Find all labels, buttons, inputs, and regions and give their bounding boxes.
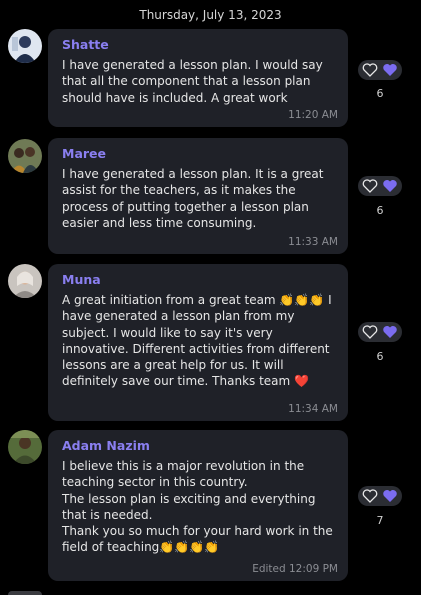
next-avatar-edge [8, 591, 42, 595]
heart-filled-icon[interactable] [382, 325, 398, 339]
date-header: Thursday, July 13, 2023 [139, 8, 282, 22]
reaction-bar [358, 322, 402, 342]
heart-outline-icon[interactable] [362, 63, 378, 77]
message-bubble: Adam Nazim I believe this is a major rev… [48, 430, 348, 581]
reaction-bar [358, 176, 402, 196]
avatar[interactable] [8, 430, 42, 464]
sender-name[interactable]: Muna [62, 272, 338, 292]
reaction-count: 6 [376, 350, 384, 363]
heart-outline-icon[interactable] [362, 179, 378, 193]
message-time: 11:34 AM [288, 403, 338, 415]
heart-filled-icon[interactable] [382, 63, 398, 77]
message-time: 11:33 AM [288, 236, 338, 248]
reaction-count: 7 [376, 514, 384, 527]
avatar[interactable] [8, 139, 42, 173]
avatar[interactable] [8, 264, 42, 298]
heart-outline-icon[interactable] [362, 325, 378, 339]
message-text: I have generated a lesson plan. It is a … [62, 167, 328, 230]
message-text: A great initiation from a great team 👏👏👏… [62, 293, 336, 389]
avatar[interactable] [8, 29, 42, 63]
heart-filled-icon[interactable] [382, 179, 398, 193]
reaction-count: 6 [376, 87, 384, 100]
heart-filled-icon[interactable] [382, 489, 398, 503]
message-text: I believe this is a major revolution in … [62, 459, 333, 555]
message-time: Edited 12:09 PM [252, 563, 338, 575]
message-bubble: Maree I have generated a lesson plan. It… [48, 138, 348, 254]
message-bubble: Shatte I have generated a lesson plan. I… [48, 29, 348, 127]
sender-name[interactable]: Shatte [62, 37, 338, 57]
message-bubble: Muna A great initiation from a great tea… [48, 264, 348, 421]
sender-name[interactable]: Maree [62, 146, 338, 166]
sender-name[interactable]: Adam Nazim [62, 438, 338, 458]
message-time: 11:20 AM [288, 109, 338, 121]
reaction-count: 6 [376, 204, 384, 217]
reaction-bar [358, 60, 402, 80]
heart-outline-icon[interactable] [362, 489, 378, 503]
reaction-bar [358, 486, 402, 506]
chat-view: Thursday, July 13, 2023 Shatte I have ge… [0, 0, 421, 595]
message-text: I have generated a lesson plan. I would … [62, 58, 327, 105]
